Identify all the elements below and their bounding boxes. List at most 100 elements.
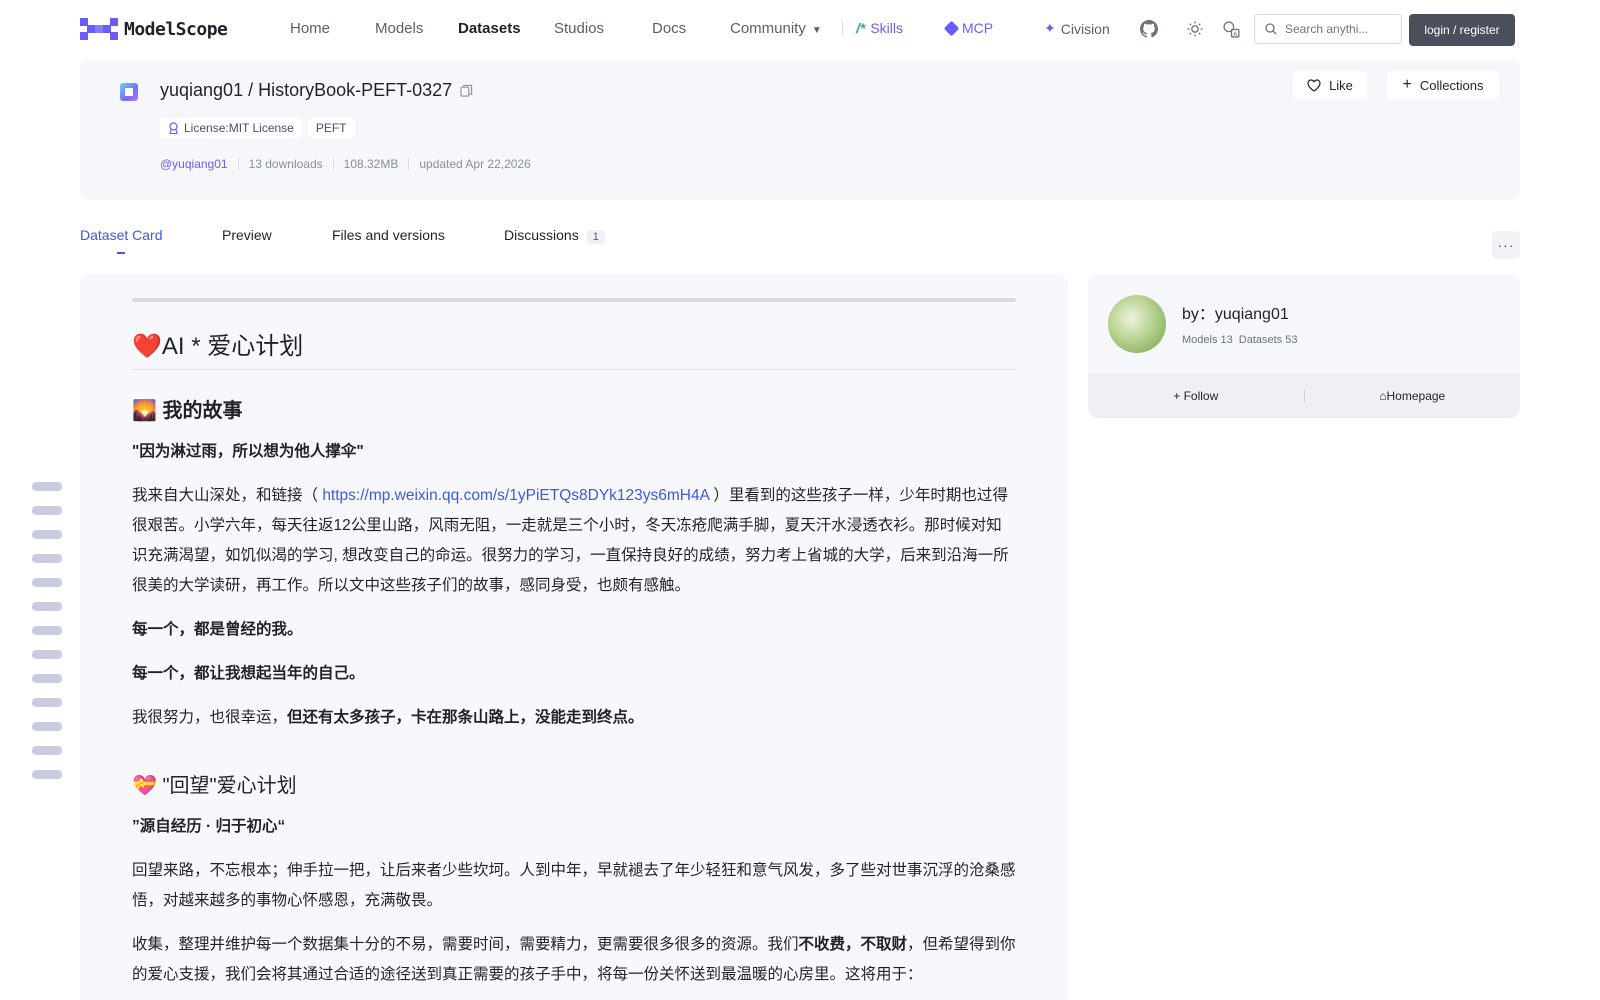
dataset-card-content: ❤️AI * 爱心计划 🌄 我的故事 "因为淋过雨，所以想为他人撑伞" 我来自大… [80, 274, 1068, 1000]
toc-item[interactable] [32, 530, 62, 539]
discussions-count-badge: 1 [586, 230, 605, 244]
toc-item[interactable] [32, 554, 62, 563]
nav-models[interactable]: Models [375, 20, 423, 37]
toc-item[interactable] [32, 674, 62, 683]
plus-icon: + [1402, 76, 1412, 93]
nav-civision[interactable]: ✦ Civision [1044, 20, 1110, 37]
nav-skills-label: Skills [870, 20, 904, 36]
story-bold-line-2: 每一个，都让我想起当年的自己。 [132, 665, 365, 682]
dataset-icon [120, 83, 138, 101]
toc-rail [32, 482, 62, 794]
nav-civision-label: Civision [1060, 20, 1110, 37]
author-name[interactable]: by：yuqiang01 [1182, 300, 1289, 324]
section-heading-plan: 💝 "回望"爱心计划 [132, 775, 297, 797]
updated-date: updated Apr 22,2026 [419, 157, 531, 171]
story-paragraph-2: 我很努力，也很幸运，但还有太多孩子，卡在那条山路上，没能走到终点。 [132, 709, 644, 726]
search-input[interactable] [1283, 21, 1397, 37]
chevron-down-icon: ▼ [811, 25, 822, 36]
skills-icon: /* [856, 20, 866, 36]
owner-handle[interactable]: @yuqiang01 [160, 157, 228, 171]
author-models-count[interactable]: Models 13 [1182, 334, 1233, 346]
mcp-icon [943, 20, 960, 36]
card-title: ❤️AI * 爱心计划 [132, 326, 1016, 370]
peft-tag[interactable]: PEFT [307, 118, 355, 138]
dataset-owner[interactable]: yuqiang01 [160, 80, 243, 100]
toc-item[interactable] [32, 506, 62, 515]
homepage-label: Homepage [1386, 389, 1446, 403]
toc-item[interactable] [32, 770, 62, 779]
plan-paragraph-2: 收集，整理并维护每一个数据集十分的不易，需要时间，需要精力，更需要很多很多的资源… [132, 936, 1016, 983]
search-box[interactable] [1254, 14, 1402, 44]
toc-item[interactable] [32, 698, 62, 707]
nav-docs[interactable]: Docs [652, 20, 686, 37]
dataset-meta: @yuqiang01 13 downloads 108.32MB updated… [160, 157, 531, 171]
meta-divider [408, 158, 410, 170]
copy-icon[interactable] [460, 84, 473, 97]
search-icon [1265, 23, 1277, 35]
login-register-button[interactable]: login / register [1409, 14, 1515, 46]
toc-item[interactable] [32, 626, 62, 635]
dataset-name: HistoryBook-PEFT-0327 [258, 80, 453, 100]
svg-text:A: A [1233, 31, 1237, 37]
meta-divider [332, 158, 334, 170]
toc-item[interactable] [32, 602, 62, 611]
tab-files-and-versions[interactable]: Files and versions [332, 227, 445, 243]
toc-item[interactable] [32, 578, 62, 587]
tab-discussions[interactable]: Discussions 1 [504, 227, 605, 244]
toc-item[interactable] [32, 482, 62, 491]
nav-home[interactable]: Home [290, 20, 330, 37]
like-label: Like [1329, 77, 1353, 93]
markdown-body: ❤️AI * 爱心计划 🌄 我的故事 "因为淋过雨，所以想为他人撑伞" 我来自大… [132, 298, 1016, 990]
plus-icon: + [1173, 389, 1181, 403]
tab-dataset-card[interactable]: Dataset Card [80, 227, 162, 243]
collections-button[interactable]: + Collections [1387, 71, 1499, 99]
plan-paragraph-1: 回望来路，不忘根本；伸手拉一把，让后来者少些坎坷。人到中年，早就褪去了年少轻狂和… [132, 862, 1016, 909]
meta-divider [237, 158, 239, 170]
sparkle-icon: ✦ [1044, 20, 1056, 36]
toc-item[interactable] [32, 650, 62, 659]
like-button[interactable]: Like [1293, 71, 1367, 99]
top-navigation: ModelScope Home Models Datasets Studios … [0, 0, 1600, 58]
home-icon: ⌂ [1379, 389, 1387, 403]
dataset-size: 108.32MB [343, 157, 399, 171]
nav-mcp[interactable]: MCP [943, 20, 994, 36]
license-badge-icon [169, 122, 178, 134]
dataset-tags: License:MIT License PEFT [160, 118, 355, 138]
dataset-header: yuqiang01 / HistoryBook-PEFT-0327 Licens… [80, 60, 1520, 200]
github-icon[interactable] [1138, 18, 1160, 40]
story-bold-line-1: 每一个，都是曾经的我。 [132, 621, 303, 638]
logo-text: ModelScope [124, 18, 228, 40]
article-link[interactable]: https://mp.weixin.qq.com/s/1yPiETQs8DYk1… [322, 487, 709, 504]
toc-item[interactable] [32, 746, 62, 755]
story-paragraph: 我来自大山深处，和链接（ https://mp.weixin.qq.com/s/… [132, 487, 1009, 594]
author-datasets-count[interactable]: Datasets 53 [1239, 334, 1298, 346]
nav-divider [842, 22, 843, 36]
nav-datasets[interactable]: Datasets [458, 20, 521, 37]
content-top-bar [132, 298, 1016, 302]
toc-item[interactable] [32, 722, 62, 731]
language-switch-icon[interactable]: A [1220, 18, 1242, 40]
license-tag-label: License:MIT License [184, 121, 294, 135]
download-count: 13 downloads [248, 157, 323, 171]
author-actions: + Follow ⌂Homepage [1088, 374, 1520, 418]
theme-sun-icon[interactable] [1184, 18, 1206, 40]
license-tag[interactable]: License:MIT License [160, 118, 302, 138]
heart-icon [1307, 78, 1321, 92]
modelscope-logo[interactable]: ModelScope [80, 18, 228, 40]
author-card: by：yuqiang01 Models 13 Datasets 53 + Fol… [1088, 274, 1520, 418]
dataset-title: yuqiang01 / HistoryBook-PEFT-0327 [160, 80, 473, 101]
nav-mcp-label: MCP [962, 20, 994, 36]
nav-skills[interactable]: /* Skills [856, 20, 903, 36]
nav-community[interactable]: Community ▼ [730, 20, 822, 37]
follow-label: Follow [1183, 389, 1219, 403]
plan-quote: ”源自经历 · 归于初心“ [132, 818, 286, 835]
more-options-button[interactable]: ··· [1492, 231, 1520, 259]
tab-discussions-label: Discussions [504, 227, 579, 243]
tab-preview[interactable]: Preview [222, 227, 272, 243]
section-heading-story: 🌄 我的故事 [132, 400, 243, 422]
avatar[interactable] [1108, 295, 1166, 353]
follow-button[interactable]: + Follow [1088, 389, 1304, 403]
logo-mark-icon [80, 18, 118, 40]
nav-studios[interactable]: Studios [554, 20, 604, 37]
homepage-button[interactable]: ⌂Homepage [1305, 389, 1521, 403]
